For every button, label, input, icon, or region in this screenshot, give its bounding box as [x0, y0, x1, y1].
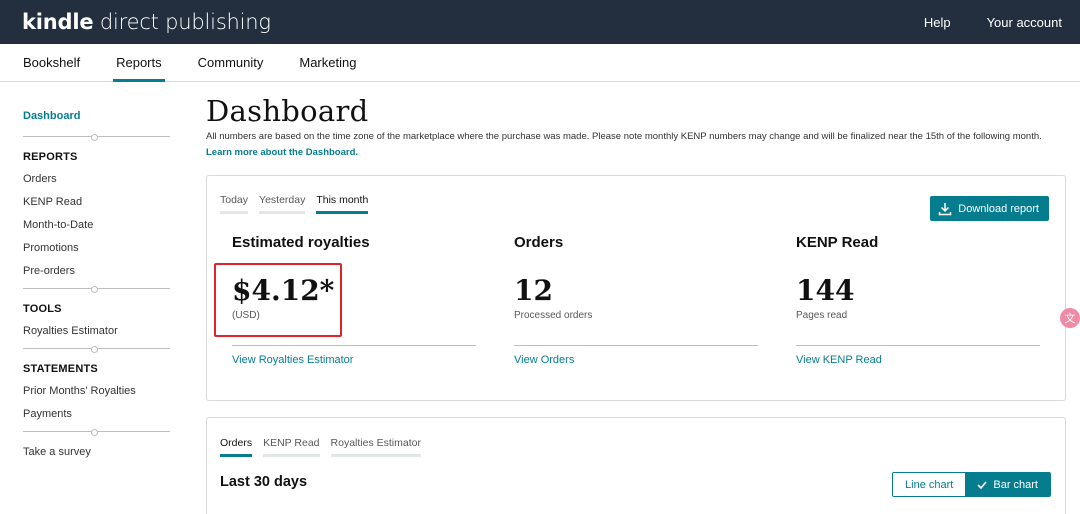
- metric-title: Orders: [514, 234, 564, 251]
- download-icon: [939, 202, 952, 215]
- sidebar-item-month-to-date[interactable]: Month-to-Date: [23, 219, 192, 231]
- sidebar-item-orders[interactable]: Orders: [23, 173, 192, 185]
- period-tabs: Today Yesterday This month: [220, 194, 368, 214]
- chart-tabs: Orders KENP Read Royalties Estimator: [220, 437, 422, 457]
- sidebar-item-prior-months-royalties[interactable]: Prior Months' Royalties: [23, 385, 192, 397]
- page-title: Dashboard: [206, 94, 369, 128]
- download-report-label: Download report: [958, 202, 1039, 215]
- translate-icon[interactable]: 文: [1060, 308, 1080, 328]
- tab-reports[interactable]: Reports: [113, 44, 165, 82]
- bar-chart-label: Bar chart: [993, 478, 1038, 491]
- kdp-logo[interactable]: kindle direct publishing: [22, 10, 271, 34]
- tab-yesterday[interactable]: Yesterday: [259, 194, 306, 214]
- learn-more-link[interactable]: Learn more about the Dashboard.: [206, 147, 358, 158]
- sidebar-divider: [23, 346, 170, 353]
- sidebar-item-take-survey[interactable]: Take a survey: [23, 446, 192, 458]
- page-subtitle: All numbers are based on the time zone o…: [206, 129, 1058, 161]
- logo-light-text: direct publishing: [93, 10, 271, 34]
- sidebar-item-dashboard[interactable]: Dashboard: [23, 110, 192, 122]
- metric-caption: Processed orders: [514, 310, 593, 321]
- chart-type-toggle: Line chart Bar chart: [892, 472, 1051, 497]
- logo-bold-text: kindle: [22, 10, 94, 34]
- sidebar-item-kenp-read[interactable]: KENP Read: [23, 196, 192, 208]
- tab-bookshelf[interactable]: Bookshelf: [23, 44, 80, 81]
- tab-marketing[interactable]: Marketing: [299, 44, 356, 81]
- metric-orders: Orders 12 Processed orders View Orders: [514, 234, 759, 366]
- metric-divider: [796, 345, 1040, 346]
- sidebar-divider: [23, 429, 170, 436]
- help-link[interactable]: Help: [924, 15, 951, 30]
- main-content: Dashboard All numbers are based on the t…: [192, 82, 1080, 514]
- main-tab-bar: Bookshelf Reports Community Marketing: [0, 44, 1080, 82]
- bar-chart-button[interactable]: Bar chart: [965, 473, 1050, 496]
- top-bar: kindle direct publishing Help Your accou…: [0, 0, 1080, 44]
- view-orders-link[interactable]: View Orders: [514, 354, 759, 366]
- metric-divider: [514, 345, 758, 346]
- chart-period-heading: Last 30 days: [220, 474, 308, 490]
- subtitle-text: All numbers are based on the time zone o…: [206, 131, 1042, 142]
- sidebar-item-promotions[interactable]: Promotions: [23, 242, 192, 254]
- check-icon: [977, 480, 987, 489]
- top-nav: Help Your account: [924, 15, 1062, 30]
- metric-value: 12: [514, 274, 553, 307]
- view-kenp-read-link[interactable]: View KENP Read: [796, 354, 1041, 366]
- view-royalties-estimator-link[interactable]: View Royalties Estimator: [232, 354, 477, 366]
- sidebar-heading-reports: REPORTS: [23, 151, 78, 163]
- tab-royalties-estimator[interactable]: Royalties Estimator: [330, 437, 422, 457]
- metric-title: Estimated royalties: [232, 234, 370, 251]
- metric-title: KENP Read: [796, 234, 879, 251]
- summary-card: Today Yesterday This month Download repo…: [206, 175, 1066, 401]
- sidebar-heading-statements: STATEMENTS: [23, 363, 98, 375]
- metric-value: 144: [796, 274, 855, 307]
- line-chart-button[interactable]: Line chart: [893, 473, 966, 496]
- metric-caption: Pages read: [796, 310, 848, 321]
- sidebar: Dashboard REPORTS Orders KENP Read Month…: [0, 82, 192, 514]
- tab-community[interactable]: Community: [198, 44, 264, 81]
- your-account-link[interactable]: Your account: [987, 15, 1062, 30]
- highlight-box: [214, 263, 342, 337]
- tab-kenp-read[interactable]: KENP Read: [263, 437, 320, 457]
- chart-card: Orders KENP Read Royalties Estimator Las…: [206, 417, 1066, 514]
- sidebar-divider: [23, 286, 170, 293]
- sidebar-item-payments[interactable]: Payments: [23, 408, 192, 420]
- sidebar-heading-tools: TOOLS: [23, 303, 62, 315]
- sidebar-item-pre-orders[interactable]: Pre-orders: [23, 265, 192, 277]
- sidebar-item-royalties-estimator[interactable]: Royalties Estimator: [23, 325, 192, 337]
- metric-kenp-read: KENP Read 144 Pages read View KENP Read: [796, 234, 1041, 366]
- tab-today[interactable]: Today: [220, 194, 249, 214]
- tab-orders[interactable]: Orders: [220, 437, 253, 457]
- metric-divider: [232, 345, 476, 346]
- sidebar-divider: [23, 134, 170, 141]
- download-report-button[interactable]: Download report: [930, 196, 1049, 221]
- tab-this-month[interactable]: This month: [316, 194, 368, 214]
